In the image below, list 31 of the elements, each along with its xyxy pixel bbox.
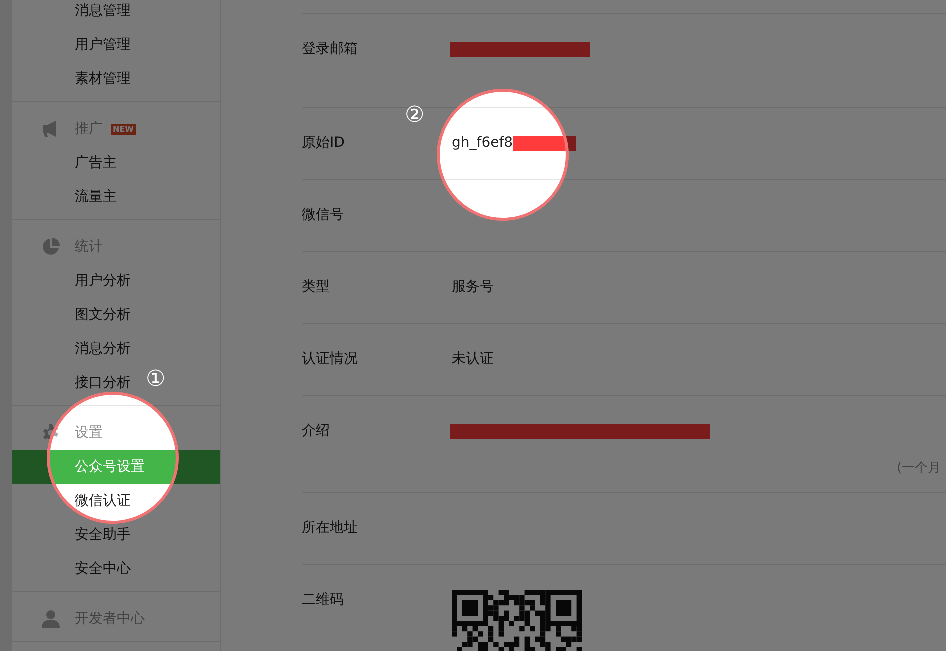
field-label: 认证情况 (302, 350, 359, 369)
field-label: 二维码 (302, 591, 345, 610)
sidebar-item[interactable]: 用户分析 (12, 264, 135, 298)
sidebar-item[interactable]: 公众号设置 (12, 450, 220, 484)
field-value: 未认证 (452, 350, 494, 369)
field-label: 登录邮箱 (302, 40, 359, 59)
sidebar-item[interactable]: 接口分析 (12, 366, 135, 400)
sidebar-item[interactable]: 安全助手 (12, 518, 135, 552)
step-number: ② (405, 105, 425, 127)
step-number: ① (146, 369, 166, 391)
sidebar-item[interactable]: 用户管理 (12, 28, 135, 62)
person-icon (42, 610, 60, 628)
field-value: 服务号 (452, 278, 494, 297)
new-badge: NEW (111, 124, 136, 134)
field-label: 类型 (302, 278, 331, 297)
sidebar-item[interactable]: 微信认证 (12, 484, 135, 518)
sidebar-item[interactable]: 广告主 (12, 146, 121, 180)
sidebar-item[interactable]: 安全中心 (12, 552, 135, 586)
pie-chart-icon (42, 238, 60, 256)
section-header: 设置 (75, 424, 103, 442)
field-value: gh_f6ef8 (452, 134, 514, 153)
sidebar-item[interactable]: 图文分析 (12, 298, 135, 332)
field-label: 所在地址 (302, 519, 359, 538)
gear-icon (42, 424, 60, 442)
field-label: 微信号 (302, 206, 345, 225)
sidebar-item[interactable]: 消息分析 (12, 332, 135, 366)
field-label: 原始ID (302, 134, 346, 153)
sidebar-item[interactable]: 流量主 (12, 180, 121, 214)
field-label: 介绍 (302, 422, 331, 441)
sidebar-item[interactable]: 素材管理 (12, 62, 135, 96)
sidebar-item[interactable]: 消息管理 (12, 0, 135, 28)
